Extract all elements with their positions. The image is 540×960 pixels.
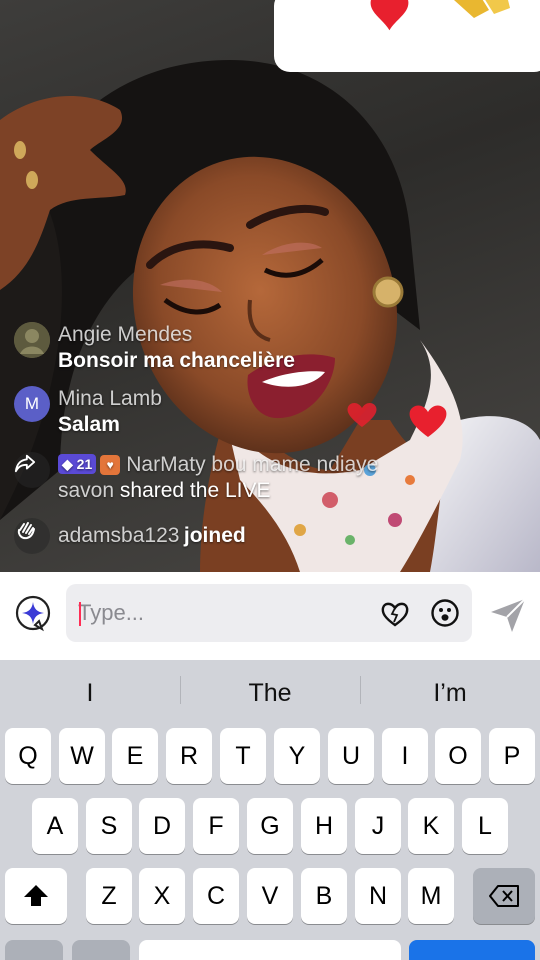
floating-heart-icon xyxy=(347,403,377,427)
shift-key[interactable] xyxy=(5,868,67,924)
comment-composer xyxy=(0,572,540,660)
comment-text: Bonsoir ma chancelière xyxy=(58,349,295,372)
key[interactable]: L xyxy=(462,798,508,854)
share-notification: ◆ 21 ♥ NarMaty bou mame ndiaye savon share… xyxy=(14,452,388,504)
live-video: Angie Mendes Bonsoir ma chancelière M Mi… xyxy=(0,0,540,572)
key[interactable]: V xyxy=(247,868,293,924)
key[interactable]: A xyxy=(32,798,78,854)
heart-icon xyxy=(370,0,409,31)
comment-username: Mina Lamb xyxy=(58,387,162,410)
key[interactable]: M xyxy=(408,868,454,924)
join-action-text: joined xyxy=(183,524,246,547)
text-caret xyxy=(79,602,81,626)
level-number: 21 xyxy=(76,456,93,472)
key[interactable]: C xyxy=(193,868,239,924)
comment-input[interactable] xyxy=(78,584,378,642)
key[interactable]: H xyxy=(301,798,347,854)
space-key[interactable] xyxy=(139,940,401,960)
key[interactable]: Z xyxy=(86,868,132,924)
comment-input-box[interactable] xyxy=(66,584,472,642)
key[interactable]: B xyxy=(301,868,347,924)
suggestion-3[interactable]: I’m xyxy=(360,676,540,710)
key[interactable]: G xyxy=(247,798,293,854)
key[interactable]: R xyxy=(166,728,212,784)
key[interactable]: W xyxy=(59,728,105,784)
comment-item[interactable]: Angie Mendes Bonsoir ma chancelière xyxy=(14,322,295,374)
key[interactable]: N xyxy=(355,868,401,924)
backspace-key[interactable] xyxy=(473,868,535,924)
comment-username: adamsba123 xyxy=(58,524,180,547)
sparkle-button[interactable] xyxy=(14,594,52,632)
comment-text: Salam xyxy=(58,413,120,436)
key[interactable]: Q xyxy=(5,728,51,784)
key[interactable]: D xyxy=(139,798,185,854)
key[interactable]: T xyxy=(220,728,266,784)
gift-icon xyxy=(454,0,510,18)
key[interactable]: J xyxy=(355,798,401,854)
gift-panel[interactable] xyxy=(274,0,540,72)
fan-badge-icon: ♥ xyxy=(100,455,121,475)
key[interactable]: X xyxy=(139,868,185,924)
heart-outline-icon[interactable] xyxy=(380,599,410,629)
comment-username: Angie Mendes xyxy=(58,323,193,346)
level-badge: ◆ 21 xyxy=(58,454,97,474)
key[interactable]: F xyxy=(193,798,239,854)
join-notification: adamsba123 joined xyxy=(14,518,246,554)
key[interactable]: U xyxy=(328,728,374,784)
key[interactable]: O xyxy=(435,728,481,784)
send-icon[interactable] xyxy=(488,596,528,634)
key[interactable]: P xyxy=(489,728,535,784)
shift-icon xyxy=(24,885,48,906)
backspace-icon xyxy=(489,885,519,907)
avatar[interactable] xyxy=(14,322,50,358)
keyboard: I The I’m Q W E R T Y U I O P A S D F G … xyxy=(0,660,540,960)
avatar[interactable]: M xyxy=(14,386,50,422)
sparkle-icon xyxy=(15,595,51,632)
wave-icon xyxy=(14,518,50,554)
key[interactable]: S xyxy=(86,798,132,854)
return-key[interactable] xyxy=(409,940,535,960)
share-action-text: shared the LIVE xyxy=(119,479,271,502)
floating-heart-icon xyxy=(409,405,447,437)
key[interactable]: E xyxy=(112,728,158,784)
avatar-letter: M xyxy=(24,394,40,413)
key[interactable]: I xyxy=(382,728,428,784)
numbers-key[interactable] xyxy=(5,940,63,960)
emoji-key[interactable] xyxy=(72,940,130,960)
suggestion-2[interactable]: The xyxy=(180,676,360,710)
comment-item[interactable]: M Mina Lamb Salam xyxy=(14,386,162,438)
suggestion-1[interactable]: I xyxy=(0,676,180,710)
share-icon xyxy=(14,452,50,488)
key[interactable]: K xyxy=(408,798,454,854)
emoji-icon[interactable] xyxy=(430,598,460,628)
key[interactable]: Y xyxy=(274,728,320,784)
